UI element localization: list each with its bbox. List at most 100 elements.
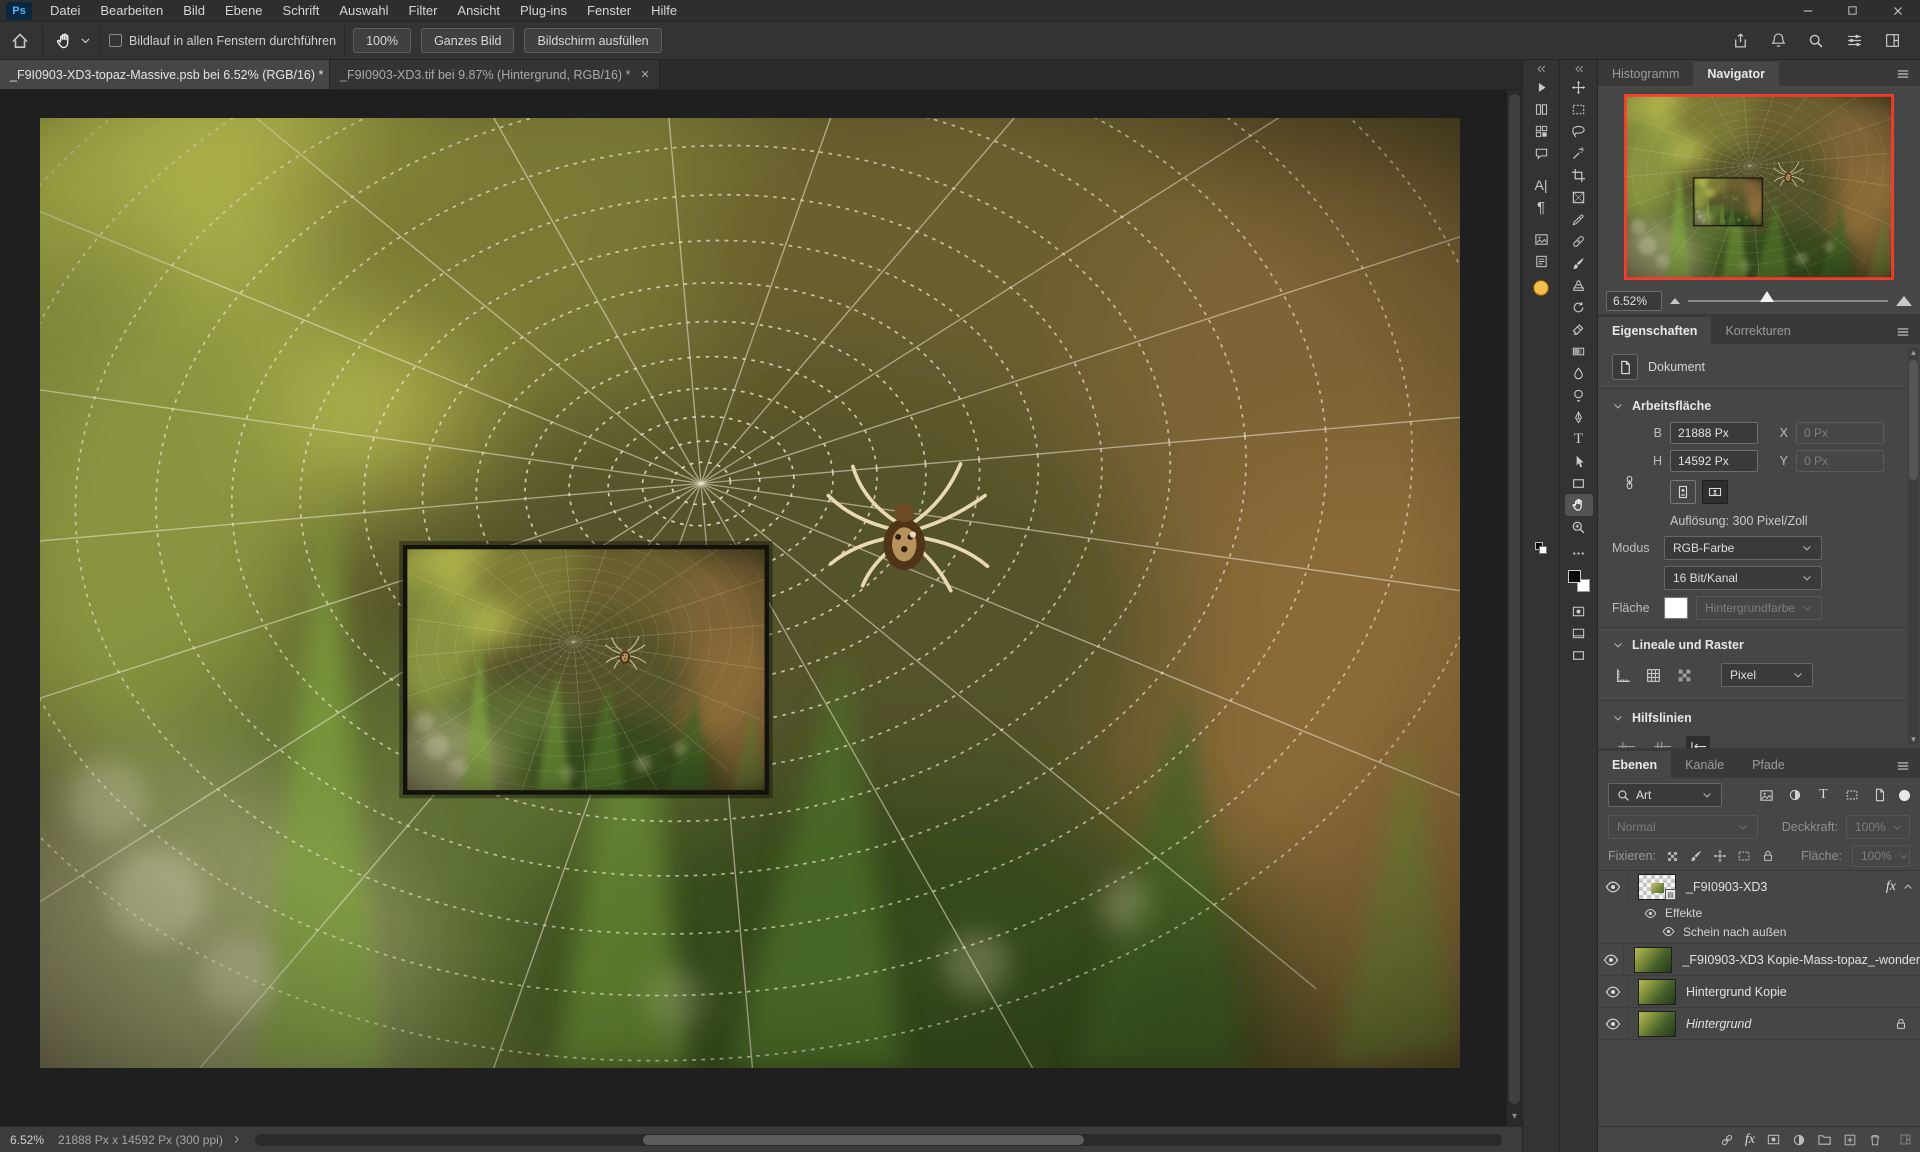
guides-option-3-icon[interactable] (1686, 736, 1710, 748)
properties-scrollbar[interactable]: ▲▼ (1908, 348, 1919, 744)
layer-row[interactable]: Hintergrund Kopie (1598, 976, 1920, 1008)
menu-datei[interactable]: Datei (40, 0, 90, 22)
zoom-tool[interactable] (1565, 516, 1593, 538)
layer-visibility-eye-icon[interactable] (1598, 871, 1628, 903)
blur-tool[interactable] (1565, 362, 1593, 384)
close-tab-icon[interactable]: ✕ (640, 68, 649, 81)
layer-row[interactable]: ▤ _F9I0903-XD3 fx (1598, 871, 1920, 903)
share-icon[interactable] (1726, 27, 1754, 55)
canvas-height-input[interactable]: 14592 Px (1670, 450, 1758, 472)
panel-menu-icon[interactable] (1896, 759, 1920, 778)
navigator-preview[interactable] (1625, 95, 1893, 279)
tab-ebenen[interactable]: Ebenen (1598, 751, 1671, 778)
layer-thumbnail[interactable] (1634, 947, 1672, 973)
zoom-in-icon[interactable] (1896, 296, 1912, 306)
hand-tool[interactable] (1565, 494, 1593, 516)
lock-position-icon[interactable] (1713, 849, 1727, 863)
layer-visibility-eye-icon[interactable] (1598, 976, 1628, 1007)
layer-thumbnail[interactable]: ▤ (1638, 874, 1676, 900)
checkbox-box[interactable] (109, 34, 122, 47)
canvas-workspace[interactable] (0, 90, 1506, 1126)
edit-toolbar-icon[interactable] (1565, 542, 1593, 564)
layer-row[interactable]: _F9I0903-XD3 Kopie-Mass-topaz_-wonder (1598, 944, 1920, 976)
effects-row[interactable]: Effekte (1598, 903, 1920, 923)
clone-stamp-tool[interactable] (1565, 274, 1593, 296)
type-tool[interactable]: T (1565, 428, 1593, 450)
expand-toolbox-icon[interactable] (1560, 62, 1597, 76)
filter-type-layers-icon[interactable]: T (1814, 787, 1834, 803)
menu-schrift[interactable]: Schrift (273, 0, 330, 22)
lock-all-icon[interactable] (1761, 849, 1775, 863)
filter-shape-layers-icon[interactable] (1842, 788, 1862, 802)
eraser-tool[interactable] (1565, 318, 1593, 340)
tool-presets-panel-icon[interactable] (1527, 98, 1555, 120)
scroll-all-windows-checkbox[interactable]: Bildlauf in allen Fenstern durchführen (109, 34, 336, 48)
dodge-tool[interactable] (1565, 384, 1593, 406)
eyedropper-tool[interactable] (1565, 208, 1593, 230)
properties-scrollbar-thumb[interactable] (1909, 360, 1918, 480)
transparency-checker-icon[interactable] (1676, 667, 1693, 684)
paragraph-panel-icon[interactable]: ¶ (1527, 196, 1555, 218)
layer-row-background[interactable]: Hintergrund (1598, 1008, 1920, 1040)
crop-tool[interactable] (1565, 164, 1593, 186)
guides-option-2-icon[interactable] (1650, 736, 1674, 748)
layer-effects-icon[interactable]: fx (1745, 1132, 1755, 1148)
new-group-icon[interactable] (1817, 1132, 1832, 1147)
quick-mask-mode-icon[interactable] (1565, 600, 1593, 622)
delete-layer-icon[interactable] (1868, 1133, 1882, 1147)
menu-filter[interactable]: Filter (399, 0, 448, 22)
workspace-switcher-icon[interactable] (1878, 27, 1906, 55)
layer-visibility-eye-icon[interactable] (1598, 1008, 1628, 1039)
layer-filter-toggle[interactable] (1899, 790, 1910, 801)
new-layer-icon[interactable] (1843, 1133, 1857, 1147)
lasso-tool[interactable] (1565, 120, 1593, 142)
bit-depth-select[interactable]: 16 Bit/Kanal (1664, 566, 1822, 590)
section-hilfslinien[interactable]: Hilfslinien (1612, 705, 1906, 731)
fill-screen-button[interactable]: Bildschirm ausfüllen (524, 28, 661, 53)
scrollbar-down-arrow[interactable]: ▾ (1507, 1111, 1522, 1122)
layer-fx-badge[interactable]: fx (1886, 879, 1896, 895)
vertical-scrollbar-thumb[interactable] (1509, 94, 1520, 1104)
link-dimensions-icon[interactable] (1622, 475, 1637, 490)
canvas-fill-color-swatch[interactable] (1664, 597, 1688, 619)
history-brush-tool[interactable] (1565, 296, 1593, 318)
add-layer-mask-icon[interactable] (1766, 1132, 1781, 1147)
guides-option-1-icon[interactable] (1614, 736, 1638, 748)
lock-artboard-icon[interactable] (1737, 849, 1751, 863)
menu-bild[interactable]: Bild (173, 0, 215, 22)
move-tool[interactable] (1565, 76, 1593, 98)
document-tab-inactive[interactable]: _F9I0903-XD3.tif bei 9.87% (Hintergrund,… (330, 60, 660, 89)
horizontal-scrollbar-thumb[interactable] (643, 1135, 1084, 1145)
tab-histogramm[interactable]: Histogramm (1598, 62, 1693, 86)
tab-korrekturen[interactable]: Korrekturen (1711, 317, 1804, 344)
units-select[interactable]: Pixel (1721, 663, 1813, 687)
rulers-icon[interactable] (1614, 667, 1631, 684)
document-tab-active[interactable]: _F9I0903-XD3-topaz-Massive.psb bei 6.52%… (0, 60, 330, 89)
search-icon[interactable] (1802, 27, 1830, 55)
frame-tool[interactable] (1565, 186, 1593, 208)
zoom-out-icon[interactable] (1670, 298, 1680, 304)
filter-adjustment-layers-icon[interactable] (1785, 788, 1805, 802)
mini-color-swatches-icon[interactable] (1535, 542, 1547, 554)
maximize-button[interactable] (1830, 0, 1875, 22)
path-selection-tool[interactable] (1565, 450, 1593, 472)
menu-ansicht[interactable]: Ansicht (447, 0, 510, 22)
layer-filter-type-select[interactable]: Art (1608, 783, 1722, 807)
minimize-button[interactable] (1785, 0, 1830, 22)
color-mode-select[interactable]: RGB-Farbe (1664, 536, 1822, 560)
settings-sliders-icon[interactable] (1840, 27, 1868, 55)
grid-icon[interactable] (1645, 667, 1662, 684)
creative-cloud-sync-badge[interactable] (1533, 280, 1549, 296)
expand-dock-icon[interactable] (1523, 62, 1559, 76)
orientation-landscape-button[interactable] (1702, 480, 1728, 504)
panel-menu-icon[interactable] (1896, 325, 1920, 344)
close-button[interactable] (1875, 0, 1920, 22)
panel-menu-icon[interactable] (1896, 67, 1920, 86)
orientation-portrait-button[interactable] (1670, 480, 1696, 504)
menu-ebene[interactable]: Ebene (215, 0, 273, 22)
actions-panel-icon[interactable] (1527, 76, 1555, 98)
brush-tool[interactable] (1565, 252, 1593, 274)
section-arbeitsflaeche[interactable]: Arbeitsfläche (1612, 393, 1906, 419)
canvas-width-input[interactable]: 21888 Px (1670, 422, 1758, 444)
link-layers-icon[interactable] (1717, 1130, 1737, 1150)
